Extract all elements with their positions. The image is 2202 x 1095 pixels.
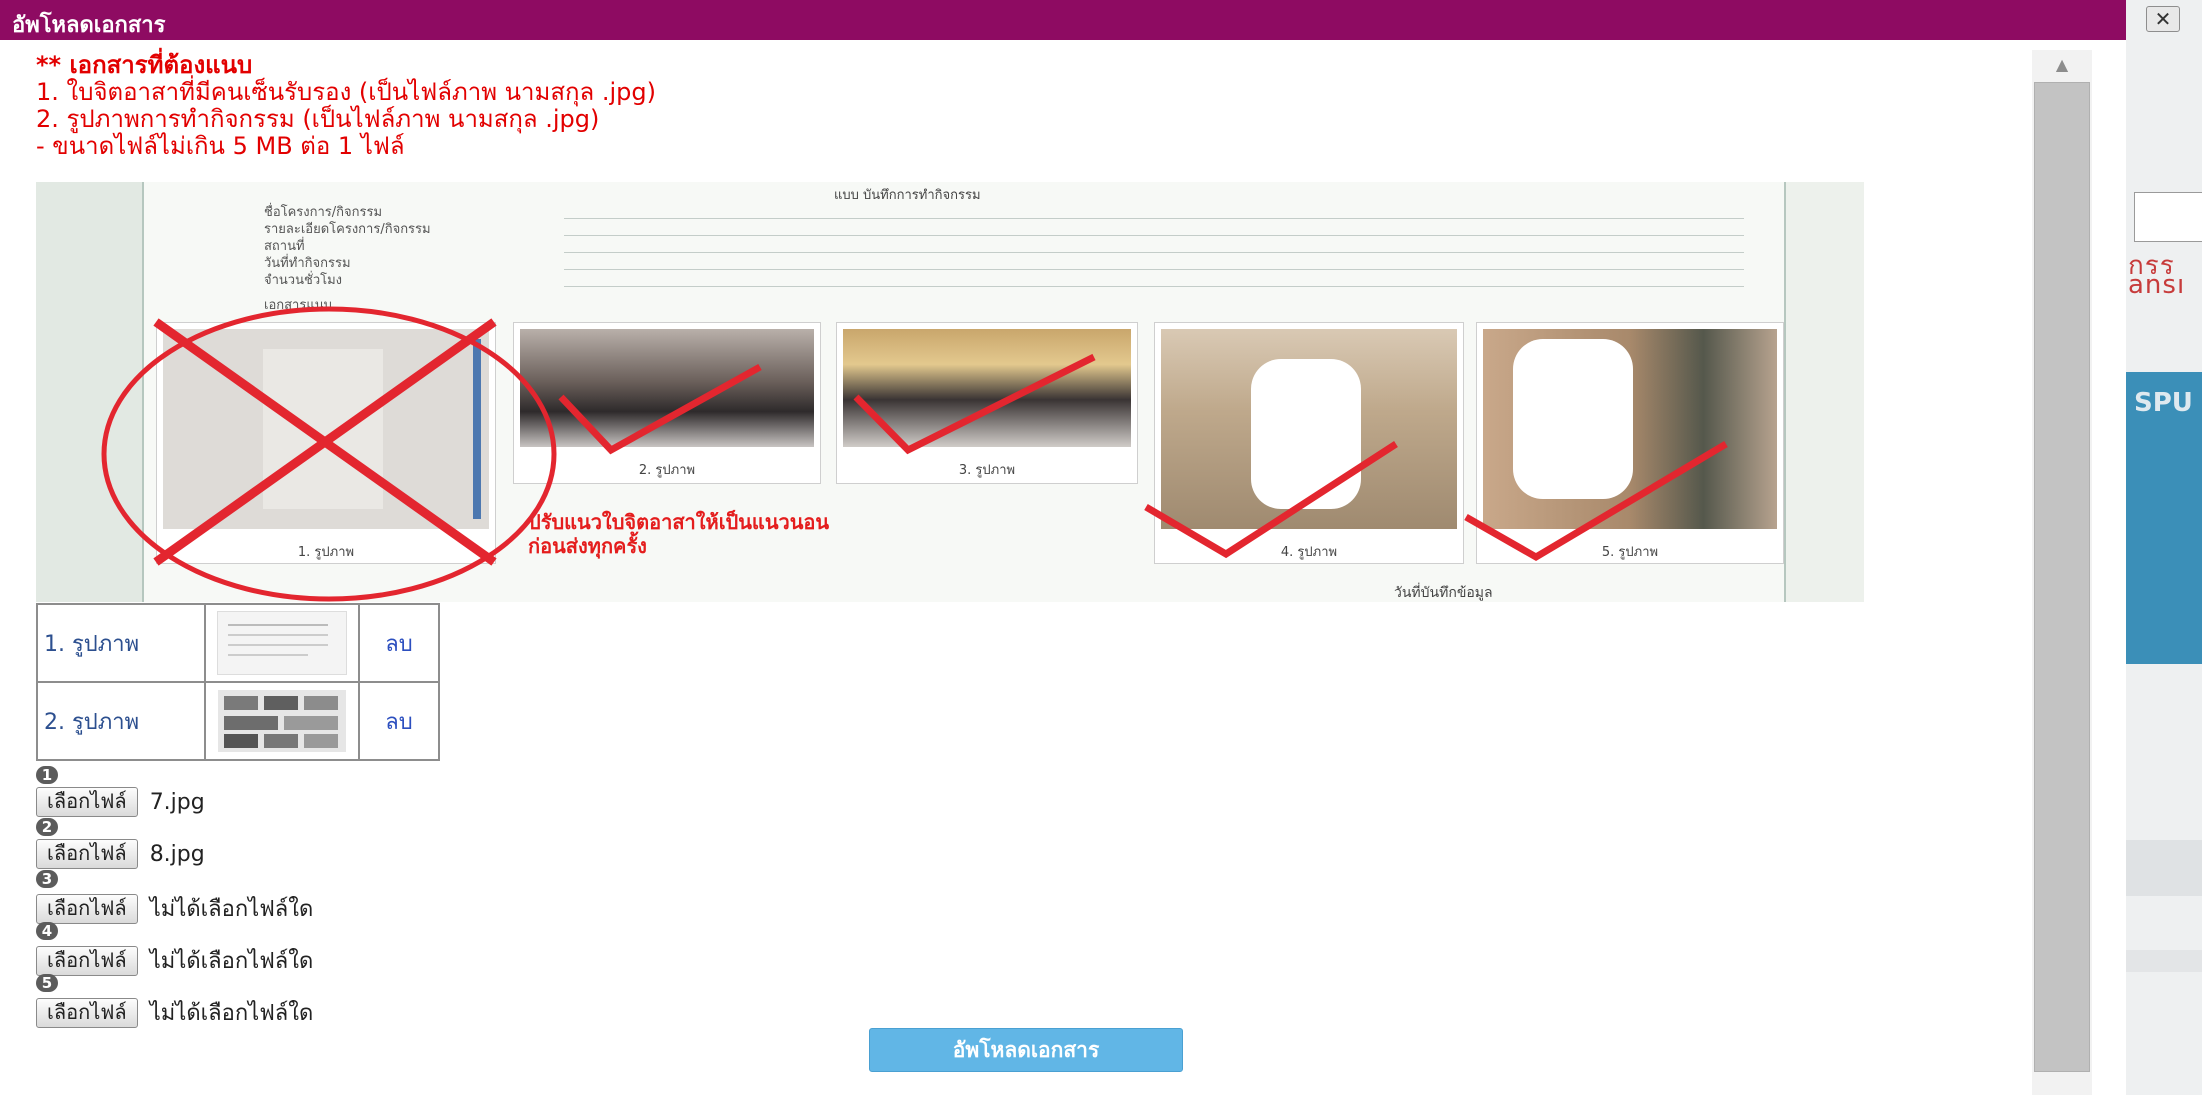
requirements: ** เอกสารที่ต้องแนบ 1. ใบจิตอาสาที่มีคนเ…	[36, 52, 656, 160]
check-mark-icon	[1464, 440, 1728, 562]
close-icon[interactable]: ✕	[2146, 6, 2180, 32]
background-banner-text: SPU	[2134, 388, 2193, 418]
choose-file-button[interactable]: เลือกไฟล์	[36, 997, 138, 1028]
background-text: ansı	[2128, 270, 2186, 300]
check-mark-icon	[558, 363, 762, 455]
file-input-1: 1 เลือกไฟล์ 7.jpg	[36, 766, 205, 817]
number-badge: 1	[36, 766, 58, 784]
check-mark-icon	[853, 353, 1096, 455]
requirement-item: 1. ใบจิตอาสาที่มีคนเซ็นรับรอง (เป็นไฟล์ภ…	[36, 78, 656, 106]
delete-link[interactable]: ลบ	[358, 603, 440, 683]
dialog-title: อัพโหลดเอกสาร	[12, 13, 166, 38]
file-input-4: 4 เลือกไฟล์ ไม่ได้เลือกไฟล์ใด	[36, 922, 313, 978]
file-input-3: 3 เลือกไฟล์ ไม่ได้เลือกไฟล์ใด	[36, 870, 313, 926]
requirement-item: 2. รูปภาพการทำกิจกรรม (เป็นไฟล์ภาพ นามสก…	[36, 105, 600, 133]
file-label[interactable]: 1. รูปภาพ	[44, 632, 139, 657]
file-thumbnail-cell	[204, 603, 360, 683]
choose-file-button[interactable]: เลือกไฟล์	[36, 787, 138, 817]
selected-filename: ไม่ได้เลือกไฟล์ใด	[149, 1001, 314, 1026]
scroll-up-arrow-icon[interactable]: ▲	[2032, 50, 2092, 80]
background-input	[2134, 192, 2202, 242]
background-page: กรร ansı SPU	[2126, 0, 2202, 1095]
selected-filename: ไม่ได้เลือกไฟล์ใด	[149, 897, 314, 922]
file-label-cell: 1. รูปภาพ	[36, 603, 206, 683]
selected-filename: 8.jpg	[149, 841, 205, 867]
file-thumbnail[interactable]	[217, 611, 347, 675]
number-badge: 3	[36, 870, 58, 888]
selected-filename: ไม่ได้เลือกไฟล์ใด	[149, 949, 314, 974]
choose-file-button[interactable]: เลือกไฟล์	[36, 839, 138, 869]
table-row: 2. รูปภาพ ลบ	[36, 681, 440, 761]
file-label-cell: 2. รูปภาพ	[36, 681, 206, 761]
check-mark-icon	[1144, 441, 1398, 559]
delete-link[interactable]: ลบ	[358, 681, 440, 761]
number-badge: 2	[36, 818, 58, 836]
file-label[interactable]: 2. รูปภาพ	[44, 710, 139, 735]
file-input-5: 5 เลือกไฟล์ ไม่ได้เลือกไฟล์ใด	[36, 974, 313, 1030]
upload-documents-button[interactable]: อัพโหลดเอกสาร	[869, 1028, 1183, 1072]
uploaded-files-table: 1. รูปภาพ ลบ 2. รูปภาพ ลบ	[36, 603, 440, 761]
example-image: แบบ บันทึกการทำกิจกรรม ชื่อโครงการ/กิจกร…	[36, 182, 1864, 602]
requirement-item: - ขนาดไฟล์ไม่เกิน 5 MB ต่อ 1 ไฟล์	[36, 132, 405, 160]
choose-file-button[interactable]: เลือกไฟล์	[36, 945, 138, 976]
background-band	[2126, 840, 2202, 896]
file-thumbnail-cell	[204, 681, 360, 761]
dialog-content: ** เอกสารที่ต้องแนบ 1. ใบจิตอาสาที่มีคนเ…	[0, 40, 2030, 1095]
upload-dialog: อัพโหลดเอกสาร ** เอกสารที่ต้องแนบ 1. ใบจ…	[0, 0, 2126, 1095]
number-badge: 4	[36, 922, 58, 940]
scrollbar-thumb[interactable]	[2034, 82, 2090, 1072]
background-band	[2126, 950, 2202, 972]
table-row: 1. รูปภาพ ลบ	[36, 603, 440, 683]
file-input-2: 2 เลือกไฟล์ 8.jpg	[36, 818, 205, 869]
selected-filename: 7.jpg	[149, 789, 205, 815]
dialog-titlebar: อัพโหลดเอกสาร	[0, 0, 2126, 40]
choose-file-button[interactable]: เลือกไฟล์	[36, 893, 138, 924]
requirements-heading: ** เอกสารที่ต้องแนบ	[36, 51, 253, 79]
file-thumbnail[interactable]	[218, 690, 346, 752]
number-badge: 5	[36, 974, 58, 992]
annotation-overlay	[101, 306, 1728, 602]
